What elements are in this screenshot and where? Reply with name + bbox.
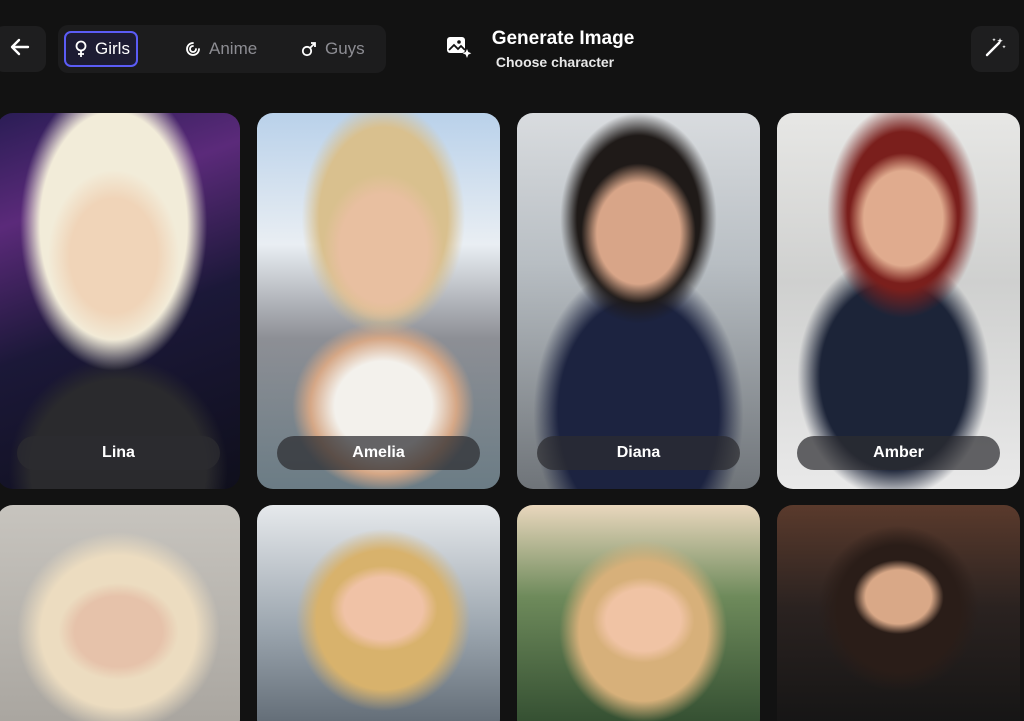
character-photo <box>517 505 760 721</box>
top-bar: Girls Anime Guys Generate Image Choose c… <box>0 0 1024 96</box>
filter-guys-label: Guys <box>325 39 365 58</box>
filter-anime[interactable]: Anime <box>176 31 265 67</box>
back-button[interactable] <box>0 26 46 72</box>
category-filter: Girls Anime Guys <box>58 25 386 73</box>
filter-girls[interactable]: Girls <box>64 31 138 67</box>
character-photo <box>517 113 760 489</box>
anime-icon <box>184 40 202 58</box>
male-icon <box>300 40 318 58</box>
character-photo <box>257 505 500 721</box>
character-card-amber[interactable]: Amber <box>777 113 1020 489</box>
page-subtitle: Choose character <box>495 54 615 70</box>
character-card[interactable] <box>517 505 760 721</box>
magic-wand-icon <box>983 35 1007 64</box>
page-title-block: Generate Image Choose character <box>446 28 646 74</box>
character-card-amelia[interactable]: Amelia <box>257 113 500 489</box>
character-card[interactable] <box>777 505 1020 721</box>
magic-button[interactable] <box>971 26 1019 72</box>
character-card-lina[interactable]: Lina <box>0 113 240 489</box>
character-photo <box>777 113 1020 489</box>
filter-girls-label: Girls <box>95 39 130 58</box>
female-icon <box>74 40 88 58</box>
character-grid: Lina Amelia Diana Amber <box>0 113 1024 721</box>
character-card[interactable] <box>0 505 240 721</box>
character-photo <box>0 505 240 721</box>
character-name: Amelia <box>277 436 480 470</box>
filter-guys[interactable]: Guys <box>292 31 373 67</box>
page-title: Generate Image <box>491 28 635 49</box>
character-card[interactable] <box>257 505 500 721</box>
character-photo <box>777 505 1020 721</box>
character-name: Diana <box>537 436 740 470</box>
image-sparkle-icon <box>446 34 472 60</box>
character-card-diana[interactable]: Diana <box>517 113 760 489</box>
character-photo <box>257 113 500 489</box>
character-name: Lina <box>17 436 220 470</box>
arrow-left-icon <box>9 36 31 63</box>
character-photo <box>0 113 240 489</box>
filter-anime-label: Anime <box>209 39 258 58</box>
character-name: Amber <box>797 436 1000 470</box>
